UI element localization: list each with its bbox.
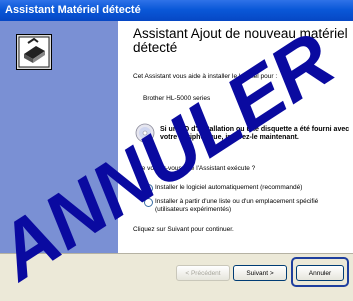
back-button[interactable]: < Précédent bbox=[176, 265, 230, 281]
continue-hint: Cliquez sur Suivant pour continuer. bbox=[133, 226, 234, 233]
device-name: Brother HL-5000 series bbox=[143, 95, 211, 102]
wizard-side-panel bbox=[0, 21, 118, 253]
question-text: Que voulez-vous que l'Assistant exécute … bbox=[133, 165, 256, 172]
option-install-auto-label[interactable]: Installer le logiciel automatiquement (r… bbox=[155, 184, 350, 192]
radio-install-auto[interactable] bbox=[144, 184, 153, 193]
window-title: Assistant Matériel détecté bbox=[5, 4, 141, 16]
cd-icon bbox=[135, 123, 155, 143]
cd-notice: Si un CD d'installation ou une disquette… bbox=[160, 126, 350, 141]
hardware-wizard-icon bbox=[16, 34, 52, 70]
title-bar[interactable]: Assistant Matériel détecté bbox=[0, 0, 353, 21]
wizard-content: Assistant Ajout de nouveau matériel déte… bbox=[118, 21, 353, 253]
option-install-list-label[interactable]: Installer à partir d'une liste ou d'un e… bbox=[155, 198, 350, 213]
wizard-window: Assistant Matériel détecté Assistant Ajo… bbox=[0, 0, 353, 301]
wizard-heading: Assistant Ajout de nouveau matériel déte… bbox=[133, 26, 348, 55]
radio-install-list[interactable] bbox=[144, 198, 153, 207]
intro-text: Cet Assistant vous aide à installer le l… bbox=[133, 73, 278, 80]
next-button[interactable]: Suivant > bbox=[233, 265, 287, 281]
cancel-button[interactable]: Annuler bbox=[296, 265, 344, 281]
